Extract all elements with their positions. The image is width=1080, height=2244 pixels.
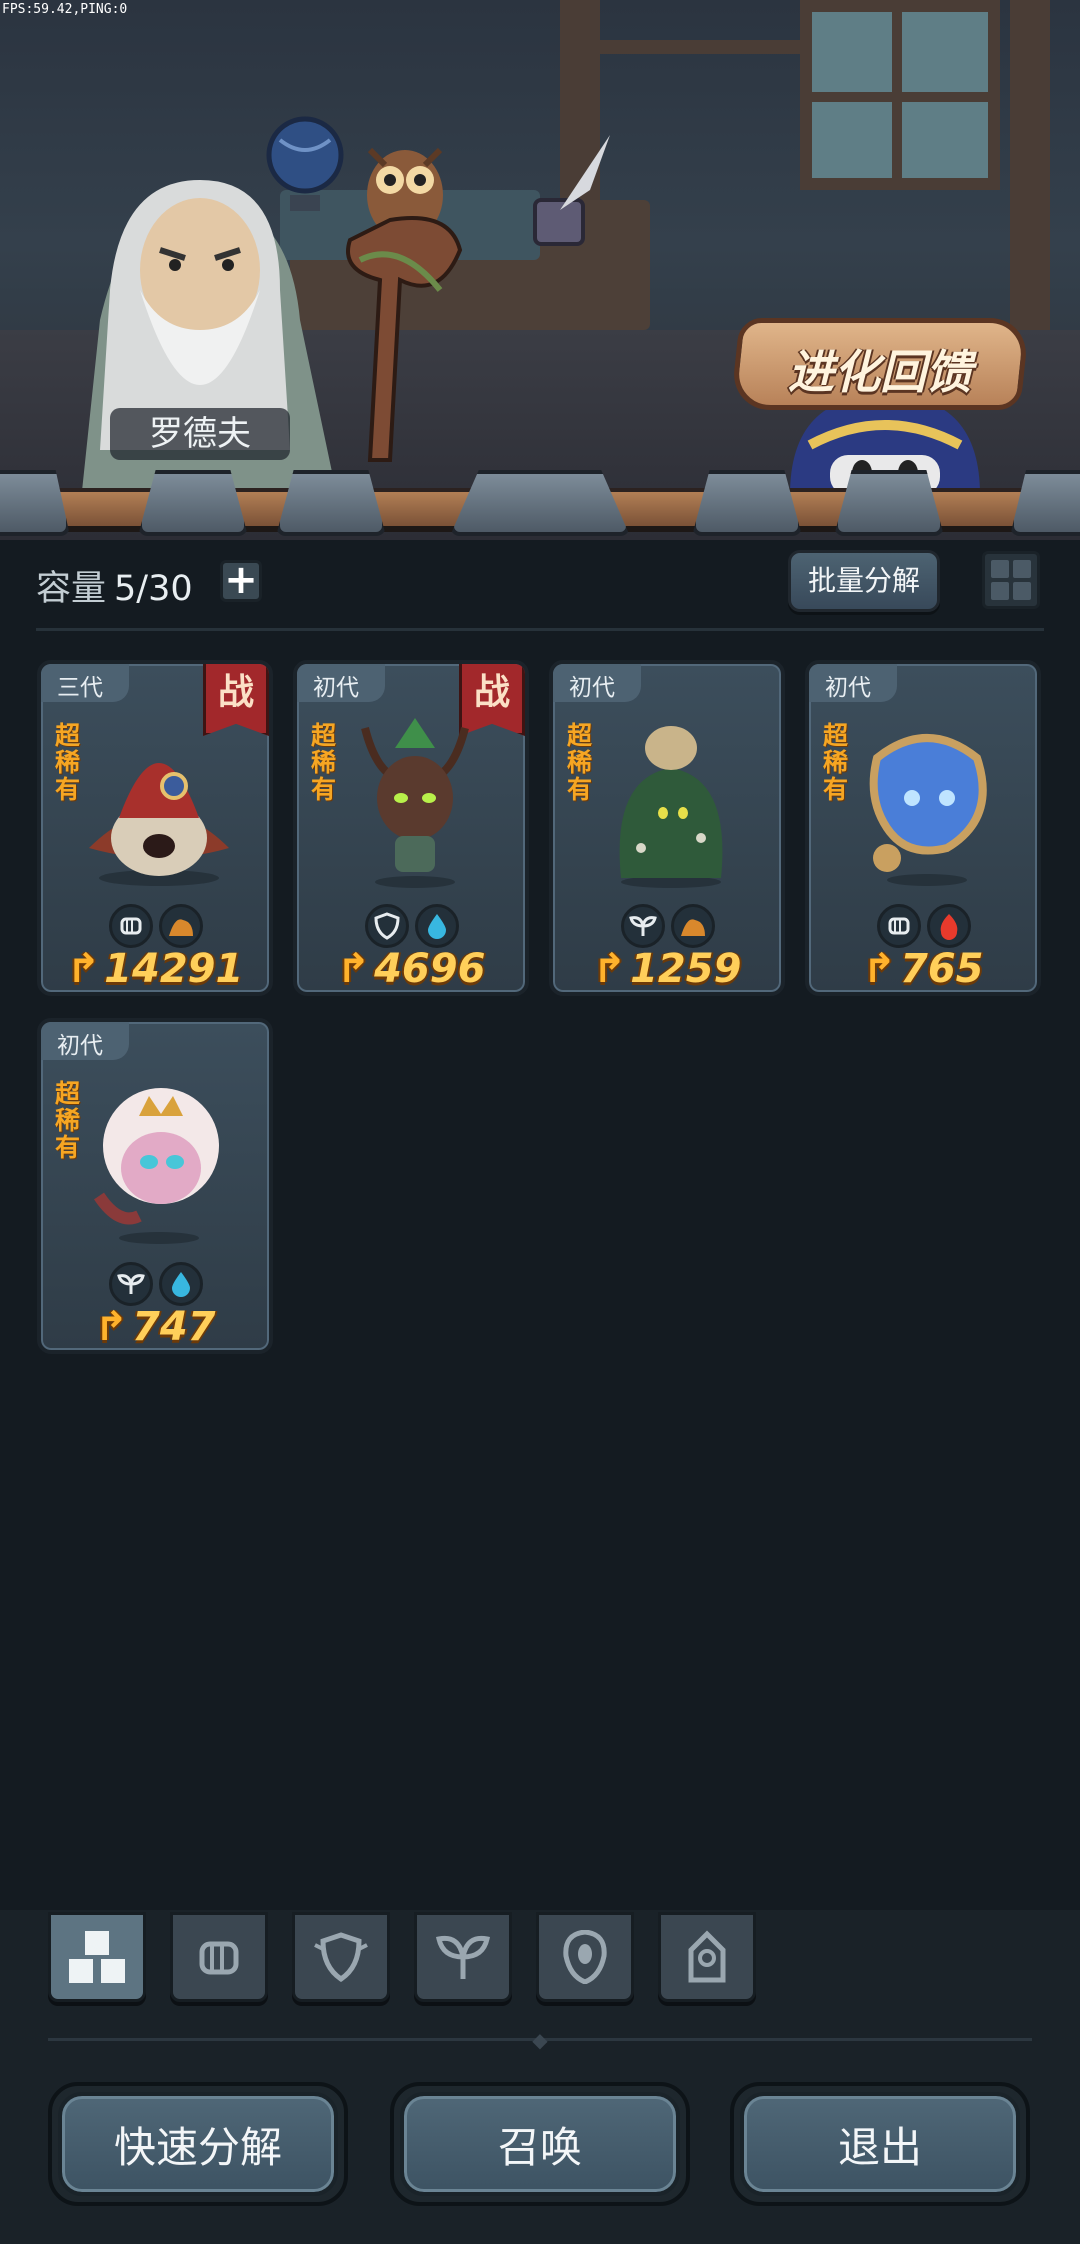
power-icon: ↱	[862, 946, 896, 992]
capacity-indicator: 容量 5/30	[36, 560, 193, 611]
generation-tag: 初代	[41, 1022, 129, 1060]
batch-decompose-button[interactable]: 批量分解	[788, 550, 940, 612]
leaf-icon	[621, 904, 665, 948]
creature-card[interactable]: 初代 超稀有 ↱ 1259	[549, 660, 785, 996]
summon-button[interactable]: 召唤	[390, 2082, 690, 2206]
water-icon	[159, 1262, 203, 1306]
stone-wood-ledge	[0, 470, 1080, 540]
power-value: ↱ 4696	[336, 946, 486, 992]
creature-card[interactable]: 初代 战 超稀有 ↱ 4696	[293, 660, 529, 996]
tab-filter-all[interactable]	[48, 1912, 146, 2002]
power-value: ↱ 14291	[66, 946, 244, 992]
expand-capacity-button[interactable]: +	[220, 560, 262, 602]
plus-icon: +	[224, 557, 258, 603]
water-icon	[415, 904, 459, 948]
all-icon	[69, 1931, 125, 1983]
shield-icon	[365, 904, 409, 948]
generation-tag: 初代	[297, 664, 385, 702]
creature-portrait	[89, 763, 229, 886]
tower-icon	[688, 1930, 726, 1983]
grid-view-button[interactable]	[982, 551, 1040, 609]
fist-icon	[199, 1941, 239, 1975]
power-icon: ↱	[592, 946, 627, 992]
capacity-value: 5/30	[114, 569, 193, 609]
creature-portrait	[869, 734, 987, 886]
quick-decompose-button[interactable]: 快速分解	[48, 2082, 348, 2206]
quick-decompose-label: 快速分解	[58, 2092, 338, 2196]
power-icon: ↱	[66, 946, 101, 992]
staff-icon	[346, 216, 463, 462]
power-value: ↱ 747	[94, 1304, 216, 1350]
capacity-label: 容量	[36, 569, 107, 609]
page-indicator-icon: ◆	[532, 2028, 548, 2052]
tab-filter-leaf[interactable]	[414, 1912, 512, 2002]
fist-icon	[109, 904, 153, 948]
shield-icon	[314, 1932, 368, 1983]
leaf-icon	[109, 1262, 153, 1306]
creature-portrait	[619, 726, 723, 888]
power-value: ↱ 765	[862, 946, 984, 992]
power-icon: ↱	[94, 1304, 128, 1350]
window	[800, 0, 1000, 190]
creature-card[interactable]: 初代 超稀有 ↱ 765	[805, 660, 1041, 996]
earth-icon	[159, 904, 203, 948]
tab-filter-alien[interactable]	[536, 1912, 634, 2002]
alien-icon	[563, 1930, 607, 1984]
tab-filter-tower[interactable]	[658, 1912, 756, 2002]
tab-filter-fist[interactable]	[170, 1912, 268, 2002]
evolution-feedback-label: 进化回馈	[788, 345, 972, 399]
creature-portrait	[94, 1088, 219, 1244]
globe-icon	[266, 116, 344, 211]
generation-tag: 初代	[809, 664, 897, 702]
creature-portrait	[361, 718, 469, 888]
creature-card[interactable]: 初代 超稀有 ↱ 747	[37, 1018, 273, 1354]
divider	[36, 628, 1044, 631]
grid-view-icon	[991, 560, 1009, 578]
npc-name: 罗德夫	[110, 408, 290, 460]
fire-icon	[927, 904, 971, 948]
summon-label: 召唤	[400, 2092, 680, 2196]
power-value: ↱ 1259	[592, 946, 742, 992]
exit-button[interactable]: 退出	[730, 2082, 1030, 2206]
fps-readout: FPS:59.42,PING:0	[2, 2, 128, 17]
exit-label: 退出	[740, 2092, 1020, 2196]
power-icon: ↱	[336, 946, 371, 992]
ink-quill-icon	[533, 135, 610, 246]
evolution-feedback-button[interactable]: 进化回馈	[730, 318, 1030, 410]
shelf-board	[600, 40, 800, 54]
generation-tag: 三代	[41, 664, 129, 702]
leaf-icon	[436, 1935, 490, 1979]
tab-filter-shield[interactable]	[292, 1912, 390, 2002]
fist-icon	[877, 904, 921, 948]
generation-tag: 初代	[553, 664, 641, 702]
creature-card[interactable]: 三代 战 超稀有 ↱ 14291	[37, 660, 273, 996]
earth-icon	[671, 904, 715, 948]
scene-background: FPS:59.42,PING:0 罗德夫 进化回馈	[0, 0, 1080, 540]
